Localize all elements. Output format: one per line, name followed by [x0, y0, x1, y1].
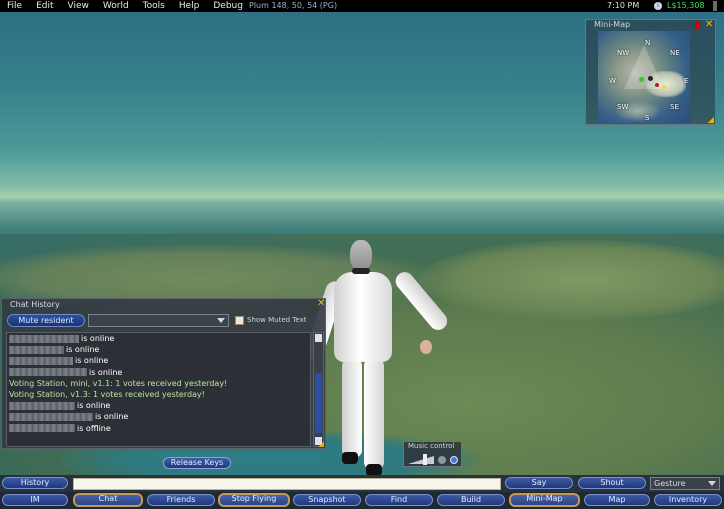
chat-line: is online [7, 333, 310, 344]
location-readout[interactable]: Plum 148, 50, 54 (PG) [249, 0, 337, 12]
snapshot-button[interactable]: Snapshot [293, 494, 361, 506]
compass-s: S [645, 114, 650, 122]
stop-icon[interactable] [438, 456, 446, 464]
clock: 7:10 PM [607, 1, 640, 10]
chat-input[interactable] [73, 478, 501, 490]
self-marker-icon [639, 77, 644, 82]
chat-button[interactable]: Chat [73, 493, 143, 507]
menu-list: File Edit View World Tools Help Debug [0, 0, 250, 12]
compass-w: W [609, 77, 616, 85]
menu-tools[interactable]: Tools [136, 0, 172, 12]
compass-n: N [645, 39, 651, 47]
menu-bar: File Edit View World Tools Help Debug Pl… [0, 0, 724, 12]
compass-nw: NW [617, 49, 630, 57]
balance[interactable]: L$15,308 [667, 0, 705, 12]
menu-file[interactable]: File [0, 0, 29, 12]
chat-line: is online [7, 411, 310, 422]
volume-slider[interactable] [408, 456, 434, 464]
redacted-name [9, 345, 64, 354]
play-icon[interactable] [450, 456, 458, 464]
compass-ne: NE [670, 49, 680, 57]
menu-world[interactable]: World [96, 0, 136, 12]
resident-dropdown[interactable] [88, 314, 229, 327]
minimap-button[interactable]: Mini-Map [509, 493, 580, 507]
chat-line: is online [7, 355, 310, 366]
redacted-name [9, 334, 79, 343]
history-button[interactable]: History [2, 477, 68, 489]
status-bar-icon [713, 1, 717, 11]
avatar-marker-icon [648, 76, 653, 81]
compass-e: E [684, 77, 689, 85]
map-button[interactable]: Map [584, 494, 650, 506]
redacted-name [9, 401, 75, 410]
music-control: Music control [403, 441, 462, 467]
minimap-map[interactable]: N NE NW W E SW SE S [598, 31, 690, 123]
build-button[interactable]: Build [437, 494, 505, 506]
chevron-down-icon [708, 481, 716, 486]
chevron-down-icon [217, 318, 225, 323]
find-button[interactable]: Find [365, 494, 433, 506]
shout-button[interactable]: Shout [578, 477, 646, 489]
close-icon[interactable]: ✕ [705, 19, 713, 30]
chat-line: is online [7, 367, 310, 378]
chat-log[interactable]: is online is online is online is online … [6, 332, 311, 447]
chat-history-title: Chat History [10, 300, 60, 309]
inventory-button[interactable]: Inventory [654, 494, 722, 506]
compass-sw: SW [617, 103, 629, 111]
show-muted-label: Show Muted Text [247, 316, 307, 324]
volume-knob[interactable] [423, 454, 427, 465]
resize-handle-icon[interactable] [318, 441, 324, 447]
chat-line: Voting Station, v1.3: 1 votes received y… [9, 389, 205, 399]
compass-se: SE [670, 103, 679, 111]
redacted-name [9, 368, 87, 377]
minimap-panel[interactable]: Mini-Map ✕ N NE NW W E SW SE S [585, 19, 716, 125]
avatar[interactable] [304, 240, 451, 475]
chat-line: is online [7, 400, 310, 411]
gesture-dropdown[interactable]: Gesture [650, 477, 720, 490]
menu-debug[interactable]: Debug [206, 0, 250, 12]
chat-line: is online [7, 344, 310, 355]
gesture-value: Gesture [654, 479, 686, 488]
friends-button[interactable]: Friends [147, 494, 215, 506]
release-keys-button[interactable]: Release Keys [163, 457, 231, 469]
resize-handle-icon[interactable] [708, 117, 714, 123]
minimap-title: Mini-Map [594, 20, 631, 29]
close-icon[interactable]: ✕ [317, 298, 325, 309]
say-button[interactable]: Say [505, 477, 573, 489]
chat-line: Voting Station, mini, v1.1: 1 votes rece… [9, 378, 228, 388]
menu-view[interactable]: View [61, 0, 96, 12]
menu-edit[interactable]: Edit [29, 0, 60, 12]
avatar-marker-icon [662, 85, 666, 89]
chat-history-panel: Chat History ✕ Mute resident Show Muted … [1, 298, 326, 449]
info-icon[interactable]: i [654, 2, 662, 10]
avatar-marker-icon [655, 83, 659, 87]
stop-flying-button[interactable]: Stop Flying [218, 493, 290, 507]
mute-resident-button[interactable]: Mute resident [7, 314, 85, 327]
scroll-up-icon[interactable] [315, 334, 322, 342]
minimap-marker-icon [695, 21, 699, 29]
redacted-name [9, 356, 73, 365]
redacted-name [9, 424, 75, 432]
music-control-label: Music control [408, 442, 455, 450]
im-button[interactable]: IM [2, 494, 68, 506]
menu-help[interactable]: Help [172, 0, 207, 12]
redacted-name [9, 412, 93, 421]
chat-line: is offline [7, 423, 310, 434]
show-muted-checkbox[interactable] [235, 316, 244, 325]
scroll-thumb[interactable] [315, 373, 322, 433]
chat-scrollbar[interactable] [313, 332, 324, 447]
